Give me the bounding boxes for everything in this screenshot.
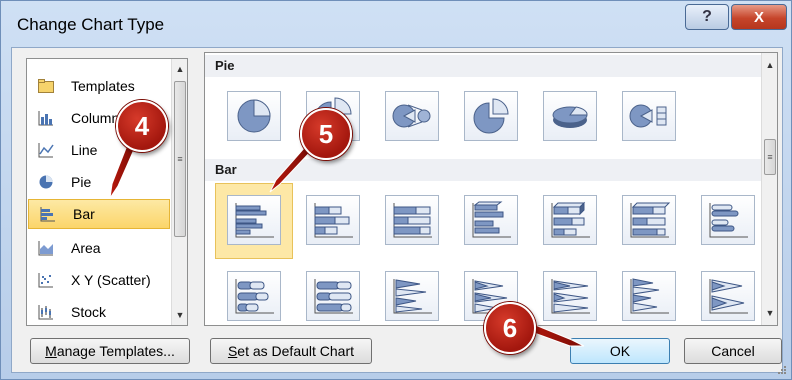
gallery-scrollbar[interactable]: ▲ ≡ ▼ xyxy=(761,53,777,325)
stacked-bar-thumbnail[interactable] xyxy=(306,195,360,245)
category-label: Bar xyxy=(73,206,95,222)
scroll-up-arrow-icon[interactable]: ▲ xyxy=(172,61,187,77)
close-button[interactable]: X xyxy=(731,4,787,30)
line-chart-icon xyxy=(37,141,55,159)
category-item-scatter[interactable]: X Y (Scatter) xyxy=(27,265,170,295)
clustered-pyramid-bar-thumbnail[interactable] xyxy=(622,271,676,321)
step-5-callout: 5 xyxy=(300,108,352,160)
scroll-down-arrow-icon[interactable]: ▼ xyxy=(172,307,187,323)
help-button[interactable]: ? xyxy=(685,4,729,30)
folder-icon xyxy=(37,77,55,95)
area-chart-icon xyxy=(37,239,55,257)
scroll-up-arrow-icon[interactable]: ▲ xyxy=(762,57,777,73)
pie-of-pie-thumbnail[interactable] xyxy=(385,91,439,141)
category-item-area[interactable]: Area xyxy=(27,233,170,263)
category-label: Stock xyxy=(71,304,107,320)
category-label: Line xyxy=(71,142,98,158)
column-chart-icon xyxy=(37,109,55,127)
category-item-templates[interactable]: Templates xyxy=(27,71,170,101)
stacked-pyramid-bar-thumbnail[interactable] xyxy=(701,271,755,321)
category-label: X Y (Scatter) xyxy=(71,272,151,288)
stacked-bar-icon xyxy=(314,203,353,238)
category-label: Templates xyxy=(71,78,135,94)
clustered-cylinder-bar-thumbnail[interactable] xyxy=(701,195,755,245)
set-as-default-chart-button[interactable]: Set as Default Chart xyxy=(210,338,372,364)
category-label: Area xyxy=(71,240,101,256)
bar-section-header: Bar xyxy=(205,159,762,181)
clustered-bar-icon xyxy=(235,203,274,238)
clustered-bar-3d-thumbnail[interactable] xyxy=(464,195,518,245)
chart-category-list: Templates Column Line Pie Bar Area X Y (… xyxy=(26,58,188,326)
title-bar: Change Chart Type ? X xyxy=(1,1,791,45)
clustered-cylinder-bar-icon xyxy=(709,203,748,238)
ok-button[interactable]: OK xyxy=(570,338,670,364)
clustered-cone-bar-icon xyxy=(393,279,432,314)
step-6-callout: 6 xyxy=(484,302,536,354)
scatter-chart-icon xyxy=(37,271,55,289)
pie-thumbnail[interactable] xyxy=(227,91,281,141)
dialog-title: Change Chart Type xyxy=(17,15,165,34)
100-stacked-bar-thumbnail[interactable] xyxy=(385,195,439,245)
resize-grip-icon[interactable] xyxy=(777,365,787,375)
100-stacked-bar-3d-icon xyxy=(630,202,671,238)
100-stacked-bar-3d-thumbnail[interactable] xyxy=(622,195,676,245)
stacked-cylinder-bar-thumbnail[interactable] xyxy=(227,271,281,321)
stacked-pyramid-bar-icon xyxy=(709,279,748,314)
bar-of-pie-icon xyxy=(629,104,667,128)
pie-of-pie-icon xyxy=(392,104,431,128)
100-stacked-cone-bar-thumbnail[interactable] xyxy=(543,271,597,321)
pie-3d-icon xyxy=(552,106,588,128)
100-stacked-bar-icon xyxy=(393,203,432,238)
stacked-bar-3d-thumbnail[interactable] xyxy=(543,195,597,245)
scroll-down-arrow-icon[interactable]: ▼ xyxy=(762,305,777,321)
mnemonic-underline: M xyxy=(45,343,57,359)
100-stacked-cylinder-bar-thumbnail[interactable] xyxy=(306,271,360,321)
close-icon: X xyxy=(753,8,764,26)
category-list-scrollbar[interactable]: ▲ ≡ ▼ xyxy=(171,59,187,325)
bar-of-pie-thumbnail[interactable] xyxy=(622,91,676,141)
stacked-cylinder-bar-icon xyxy=(235,279,274,314)
bar-chart-icon xyxy=(39,205,57,223)
button-label: anage Templates... xyxy=(56,343,175,359)
pie-section-header: Pie xyxy=(205,55,762,77)
button-label: et as Default Chart xyxy=(237,343,355,359)
category-item-pie[interactable]: Pie xyxy=(27,167,170,197)
exploded-pie-3d-thumbnail[interactable] xyxy=(464,91,518,141)
pie-3d-thumbnail[interactable] xyxy=(543,91,597,141)
pie-icon xyxy=(237,99,271,133)
100-stacked-cone-bar-icon xyxy=(551,279,590,314)
dialog-body: Templates Column Line Pie Bar Area X Y (… xyxy=(11,47,783,373)
clustered-bar-3d-icon xyxy=(472,201,511,238)
help-icon: ? xyxy=(702,8,712,25)
category-label: Pie xyxy=(71,174,92,190)
step-4-callout: 4 xyxy=(116,100,168,152)
stacked-bar-3d-icon xyxy=(551,201,590,238)
category-item-bar[interactable]: Bar xyxy=(28,199,170,229)
cancel-button[interactable]: Cancel xyxy=(684,338,782,364)
gallery-scroll-thumb[interactable]: ≡ xyxy=(764,139,776,175)
pie-chart-icon xyxy=(37,173,55,191)
stock-chart-icon xyxy=(37,303,55,321)
clustered-bar-thumbnail[interactable] xyxy=(227,195,281,245)
chart-subtype-gallery: Pie Bar ▲ ≡ ▼ xyxy=(204,52,778,326)
exploded-pie-3d-icon xyxy=(473,98,509,134)
category-item-stock[interactable]: Stock xyxy=(27,297,170,325)
manage-templates-button[interactable]: Manage Templates... xyxy=(30,338,190,364)
category-label: Column xyxy=(71,110,120,126)
category-scroll-thumb[interactable]: ≡ xyxy=(174,81,186,237)
clustered-pyramid-bar-icon xyxy=(630,278,669,314)
clustered-cone-bar-thumbnail[interactable] xyxy=(385,271,439,321)
change-chart-type-dialog: Change Chart Type ? X Templates Column L… xyxy=(0,0,792,380)
mnemonic-underline: S xyxy=(227,343,238,359)
100-stacked-cylinder-bar-icon xyxy=(314,279,353,314)
